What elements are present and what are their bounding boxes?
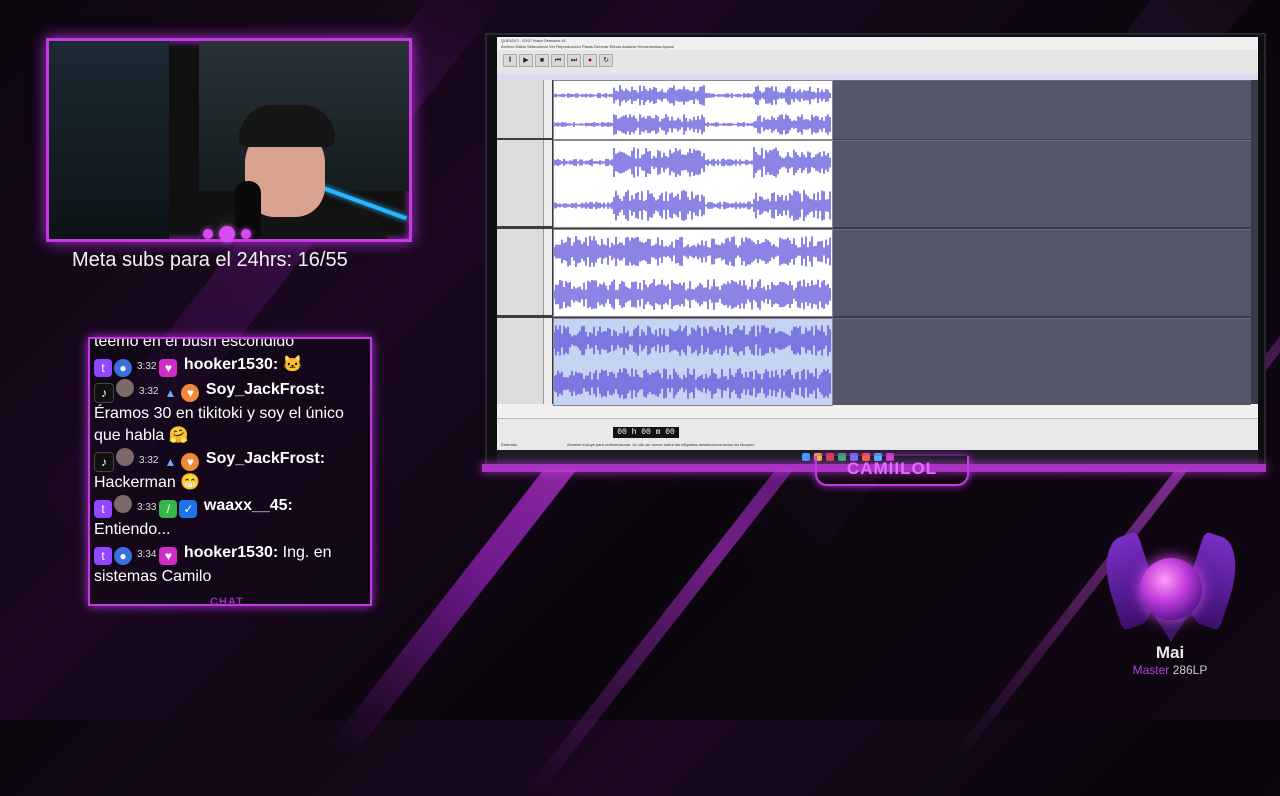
window-title: QUEUDO - 02/07 Mazo Sessions #1 [501,38,566,43]
waveform[interactable] [553,140,833,228]
track-control-panel[interactable] [497,80,544,138]
time-display: 00 h 00 m 00 s [613,427,679,448]
check-icon: ✓ [179,500,198,518]
user-icon: ● [114,547,132,565]
message-text: Éramos 30 en tikitoki y soy el único que… [94,405,344,444]
message-time: 3:32 [139,386,159,397]
user-icon: ● [114,359,132,377]
record-button[interactable]: ● [583,54,597,67]
message-time: 3:32 [139,455,159,466]
message-user: waaxx__45: [203,497,293,514]
message-user: hooker1530: [183,356,279,373]
tracks-area [497,80,1258,406]
chat-message: ♪ 3:32 ▲ ♥ Soy_JackFrost: Hackerman 😁 [94,448,366,494]
track-control-panel[interactable] [497,229,544,315]
heart-icon: ♥ [181,453,200,471]
track-control-panel[interactable] [497,140,544,226]
waveform[interactable] [553,229,833,317]
heart-icon: ♥ [159,359,178,377]
chat-message: t ● 3:32 ♥ hooker1530: 🐱 [94,354,366,378]
skip-end-button[interactable]: ⏭ [567,54,581,67]
track-empty-area[interactable] [833,318,1251,405]
windows-icon[interactable] [802,453,810,461]
message-text: 🐱 [282,356,303,373]
audacity-window: QUEUDO - 02/07 Mazo Sessions #1 Archivo … [497,37,1258,450]
message-user: Soy_JackFrost: [205,450,326,467]
track[interactable] [497,229,1258,317]
sub-goal-text: Meta subs para el 24hrs: 16/55 [72,249,348,271]
chat-partial-message: teemo en el bush escondido [94,337,295,350]
track-scale [544,140,552,226]
track-control-panel[interactable] [497,318,544,404]
waveform-graphic [553,147,831,221]
twitch-icon: t [94,359,112,377]
message-user: hooker1530: [183,544,279,561]
track-empty-area[interactable] [833,229,1251,316]
selection-toolbar: 00 h 00 m 00 s Detenido. Arrastre incluy… [497,418,1258,450]
chat-panel: teemo en el bush escondido t ● 3:32 ♥ hooke… [88,337,372,606]
avatar [116,379,134,397]
status-text: Detenido. [501,442,519,447]
chat-message: t ● 3:34 ♥ hooker1530: Ing. en sistemas Cam… [94,542,366,588]
tiktok-icon: ♪ [94,452,114,472]
waveform-selected[interactable] [553,318,833,406]
track[interactable] [497,318,1258,406]
streamer-name-plate: CAMIILOL [815,456,969,486]
message-text: Entiendo... [94,521,171,538]
streamer-hat [239,105,335,147]
status-hint: Arrastre incluye para redimensionar. Un … [567,442,755,447]
window-bg [49,41,169,239]
transport-toolbar: ‖ ▶ ■ ⏮ ⏭ ● ↻ [497,50,1258,75]
track-scale [544,229,552,315]
rank-lp: 286LP [1172,663,1208,677]
twitch-icon: t [94,500,112,518]
triangle-icon: ▲ [164,455,177,469]
chat-message: t 3:33/✓ waaxx__45: Entiendo... [94,495,366,541]
avatar [116,448,134,466]
message-text: Hackerman 😁 [94,474,201,491]
webcam-decoration [200,226,254,244]
rank-player-name: Mai [1155,643,1185,662]
rank-tier: Master 286LP [1110,663,1230,677]
message-time: 3:34 [137,549,157,560]
skip-start-button[interactable]: ⏮ [551,54,565,67]
webcam-frame [46,38,412,242]
loop-button[interactable]: ↻ [599,54,613,67]
message-user: Soy_JackFrost: [205,381,326,398]
track-empty-area[interactable] [833,140,1251,227]
chat-message: ♪ 3:32 ▲ ♥ Soy_JackFrost: Éramos 30 en tiki… [94,379,366,447]
track-scale [544,318,552,404]
triangle-icon: ▲ [164,386,177,400]
waveform-graphic [553,236,831,310]
heart-icon: ♥ [181,384,200,402]
chat-label: CHAT [210,596,244,608]
pause-button[interactable]: ‖ [503,54,517,67]
waveform-graphic [553,85,831,135]
heart-icon: ♥ [159,547,178,565]
rank-tier-name: Master [1132,663,1170,677]
waveform-graphic [553,325,831,399]
track-empty-area[interactable] [833,80,1251,139]
sword-icon: / [159,500,178,518]
track[interactable] [497,140,1258,228]
avatar [114,495,132,513]
rank-emblem [1095,528,1247,644]
waveform[interactable] [553,80,833,140]
track-scale [544,80,552,138]
master-orb-icon [1140,558,1202,620]
track[interactable] [497,80,1258,140]
stop-button[interactable]: ■ [535,54,549,67]
tiktok-icon: ♪ [94,383,114,403]
message-time: 3:32 [137,361,157,372]
play-button[interactable]: ▶ [519,54,533,67]
twitch-icon: t [94,547,112,565]
message-time: 3:33 [137,502,157,513]
